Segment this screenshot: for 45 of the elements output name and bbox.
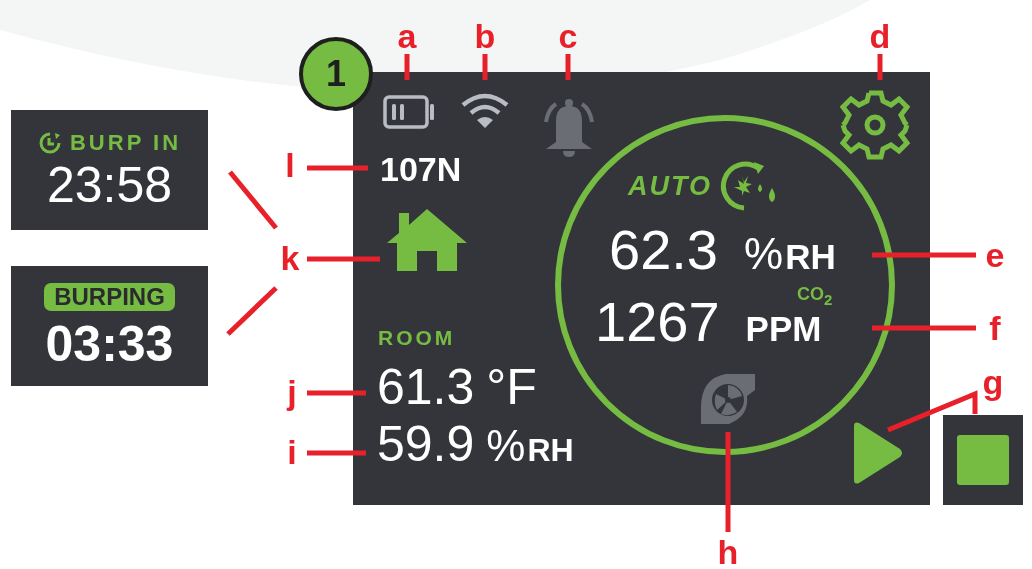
callout-letter: a [397,19,417,53]
battery-icon [383,95,437,129]
leader-line [565,54,571,80]
unit-label: RH [527,432,574,469]
co2-value: 1267 [595,289,720,354]
humidity-value: 59.9 [377,415,475,473]
unit-label: % [486,421,526,471]
callout-letter: b [474,19,496,53]
wifi-icon [460,93,510,129]
callout-letter: g [982,365,1004,399]
temperature-value: 61.3 [377,358,475,416]
leader-line [307,390,366,396]
callout-letter: c [558,19,578,53]
room-label: ROOM [378,326,456,350]
settings-icon [839,89,911,161]
callout-letter: l [285,148,295,182]
leader-line [228,170,278,230]
leader-line [482,54,488,80]
timer-time: 23:58 [46,160,173,210]
unit-label: RH [785,237,836,277]
clock-icon [37,131,62,155]
unit-label: PPM [745,309,822,349]
status-badge: BURPING [44,283,175,311]
leader-line [307,165,368,171]
callout-letter: i [287,435,297,469]
leader-line [307,450,366,456]
humidity-value: 62.3 [609,217,718,282]
timer-time: 03:33 [45,319,174,369]
unit-label: °F [486,358,537,416]
home-icon [385,207,469,273]
callout-letter: e [985,238,1005,272]
callout-letter: j [287,375,297,409]
device-id: 107N [380,150,462,189]
mode-label: AUTO [628,170,712,202]
leader-line [404,54,410,80]
leader-line [226,286,278,336]
timer-label: BURP IN [69,130,182,156]
fan-icon [699,372,757,426]
unit-label: % [744,229,784,279]
callout-letter: d [869,19,891,53]
co2-label: CO$_{2}$ [797,284,833,308]
callout-letter: h [717,535,739,569]
callout-letter: k [280,241,300,275]
leader-line [877,54,883,80]
callout-letter: f [989,311,1001,345]
